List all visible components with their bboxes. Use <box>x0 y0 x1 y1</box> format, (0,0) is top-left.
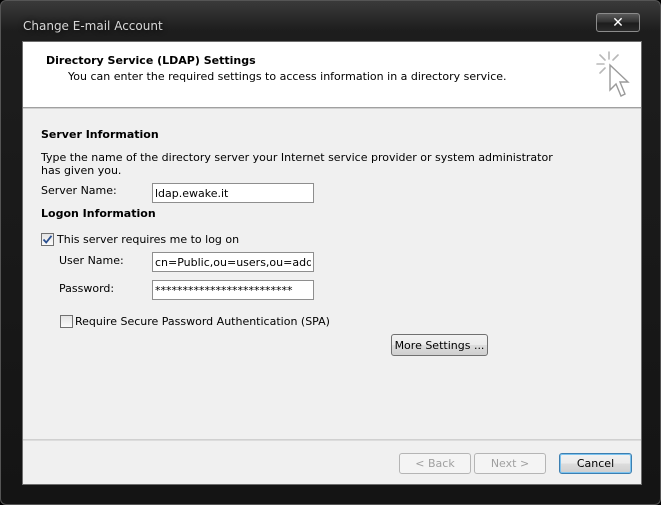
cursor-sparkle-icon <box>596 51 630 97</box>
cancel-button[interactable]: Cancel <box>559 453 632 474</box>
back-button[interactable]: < Back <box>399 453 471 474</box>
more-settings-button[interactable]: More Settings ... <box>391 334 488 356</box>
spa-checkbox[interactable] <box>60 315 73 328</box>
close-button[interactable]: ✕ <box>596 13 640 32</box>
user-name-label: User Name: <box>59 254 124 267</box>
requires-logon-label[interactable]: This server requires me to log on <box>57 233 239 246</box>
next-button[interactable]: Next > <box>474 453 546 474</box>
requires-logon-checkbox[interactable] <box>41 233 54 246</box>
dialog-header: Directory Service (LDAP) Settings You ca… <box>23 42 641 108</box>
password-input[interactable] <box>152 280 314 300</box>
dialog-client: Directory Service (LDAP) Settings You ca… <box>22 41 642 485</box>
spa-label[interactable]: Require Secure Password Authentication (… <box>75 315 330 328</box>
server-information-heading: Server Information <box>41 128 159 141</box>
window-title: Change E-mail Account <box>23 19 163 33</box>
window-frame: Change E-mail Account ✕ Directory Servic… <box>0 0 661 505</box>
server-description-line1: Type the name of the directory server yo… <box>41 151 553 164</box>
header-title: Directory Service (LDAP) Settings <box>46 54 256 67</box>
checkmark-icon <box>42 235 53 244</box>
server-description-line2: has given you. <box>41 164 122 177</box>
header-subtitle: You can enter the required settings to a… <box>68 70 507 83</box>
logon-information-heading: Logon Information <box>41 207 156 220</box>
user-name-input[interactable] <box>152 252 314 272</box>
settings-panel: Server Information Type the name of the … <box>23 108 641 440</box>
server-name-input[interactable] <box>152 183 314 203</box>
footer-separator <box>23 440 641 441</box>
password-label: Password: <box>59 282 115 295</box>
close-icon: ✕ <box>612 14 624 31</box>
server-name-label: Server Name: <box>41 184 117 197</box>
